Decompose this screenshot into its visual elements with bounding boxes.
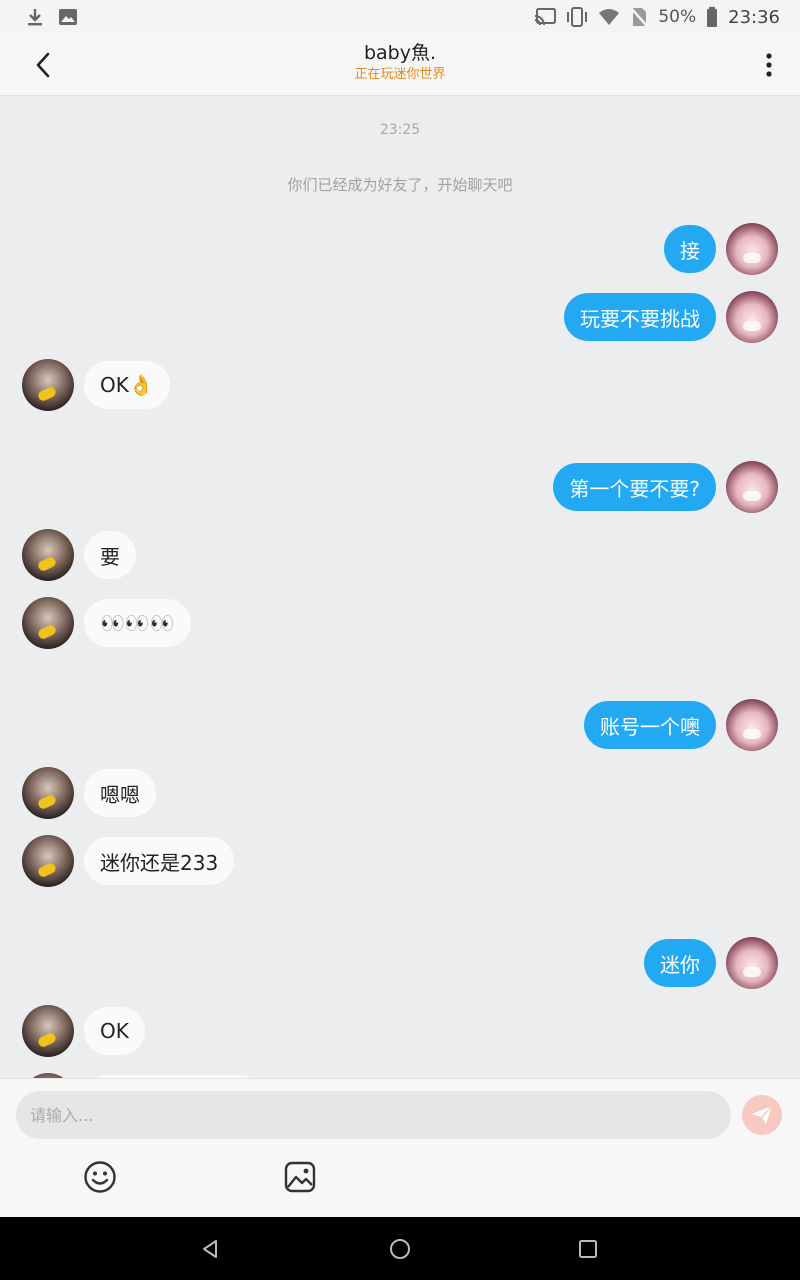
vibrate-icon <box>567 7 588 27</box>
received-message-bubble[interactable]: OK <box>84 1007 145 1055</box>
image-icon <box>59 9 77 25</box>
avatar-detail <box>36 1031 58 1049</box>
cast-icon <box>535 8 557 26</box>
system-message: 你们已经成为好友了，开始聊天吧 <box>287 176 513 194</box>
message-row-sent: 第一个要不要? <box>0 460 800 514</box>
chat-header: baby魚. 正在玩迷你世界 <box>0 34 800 96</box>
friend-avatar[interactable] <box>22 359 74 411</box>
message-input[interactable] <box>16 1091 731 1139</box>
emoji-button[interactable] <box>83 1160 117 1194</box>
navigation-bar <box>0 1217 800 1280</box>
message-row-sent: 账号一个噢 <box>0 698 800 752</box>
chevron-left-icon <box>36 52 50 78</box>
avatar-detail <box>743 729 761 739</box>
avatar-detail <box>36 623 58 641</box>
friend-avatar[interactable] <box>22 835 74 887</box>
avatar-detail <box>36 385 58 403</box>
received-message-bubble[interactable]: 迷你还是233 <box>84 837 235 885</box>
avatar-detail <box>36 793 58 811</box>
received-message-bubble[interactable]: 要 <box>84 531 136 579</box>
message-row-received: 迷你还是233 <box>0 834 800 888</box>
back-button[interactable] <box>26 48 60 82</box>
status-left <box>26 7 78 27</box>
friend-avatar[interactable] <box>22 1005 74 1057</box>
chat-timestamp: 23:25 <box>379 122 421 138</box>
friend-avatar[interactable] <box>22 529 74 581</box>
friend-avatar[interactable] <box>22 767 74 819</box>
avatar-detail <box>743 491 761 501</box>
status-right: 50% 23:36 <box>534 7 780 28</box>
friend-status: 正在玩迷你世界 <box>354 67 446 82</box>
composer <box>0 1078 800 1217</box>
message-row-received: 👀👀👀 <box>0 596 800 650</box>
sent-message-bubble[interactable]: 接 <box>664 225 716 273</box>
circle-home-icon <box>390 1239 410 1259</box>
more-options-button[interactable] <box>754 48 784 82</box>
avatar-detail <box>743 321 761 331</box>
message-row-sent: 玩要不要挑战 <box>0 290 800 344</box>
sent-message-bubble[interactable]: 玩要不要挑战 <box>564 293 716 341</box>
message-row-received: 嗯嗯 <box>0 766 800 820</box>
message-row-received: 要 <box>0 528 800 582</box>
message-row-sent: 接 <box>0 222 800 276</box>
status-time: 23:36 <box>728 6 780 28</box>
image-icon <box>284 1161 316 1193</box>
triangle-back-icon <box>203 1240 217 1258</box>
status-bar: 50% 23:36 <box>0 0 800 34</box>
download-icon <box>28 9 42 26</box>
send-button[interactable] <box>742 1095 782 1135</box>
my-avatar[interactable] <box>726 461 778 513</box>
message-row-sent: 迷你 <box>0 936 800 990</box>
message-row-received: OK <box>0 1004 800 1058</box>
nav-home-button[interactable] <box>388 1237 412 1261</box>
my-avatar[interactable] <box>726 223 778 275</box>
avatar-detail <box>36 555 58 573</box>
my-avatar[interactable] <box>726 937 778 989</box>
avatar-detail <box>743 967 761 977</box>
received-message-bubble[interactable]: 嗯嗯 <box>84 769 156 817</box>
my-avatar[interactable] <box>726 699 778 751</box>
image-button[interactable] <box>283 1160 317 1194</box>
avatar-detail <box>36 861 58 879</box>
received-message-bubble[interactable]: 👀👀👀 <box>84 599 191 647</box>
avatar-detail <box>743 253 761 263</box>
square-recents-icon <box>579 1240 597 1258</box>
sent-message-bubble[interactable]: 第一个要不要? <box>553 463 716 511</box>
message-row-received: OK👌 <box>0 358 800 412</box>
send-icon <box>752 1105 773 1124</box>
more-vertical-icon <box>766 53 772 77</box>
sent-message-bubble[interactable]: 账号一个噢 <box>584 701 716 749</box>
sent-message-bubble[interactable]: 迷你 <box>644 939 716 987</box>
title-block: baby魚. 正在玩迷你世界 <box>200 42 600 84</box>
friend-avatar[interactable] <box>22 597 74 649</box>
chat-area[interactable]: 23:25 你们已经成为好友了，开始聊天吧 接玩要不要挑战 OK👌 第一个要不要? 要… <box>0 96 800 1078</box>
battery-icon <box>707 7 718 27</box>
my-avatar[interactable] <box>726 291 778 343</box>
nav-recents-button[interactable] <box>576 1237 600 1261</box>
nav-back-button[interactable] <box>198 1237 222 1261</box>
smiley-icon <box>84 1161 116 1193</box>
chat-title: baby魚. <box>363 42 437 64</box>
no-sim-icon <box>630 7 649 27</box>
wifi-icon <box>599 9 620 25</box>
battery-percent: 50% <box>658 7 697 27</box>
received-message-bubble[interactable]: OK👌 <box>84 361 170 409</box>
